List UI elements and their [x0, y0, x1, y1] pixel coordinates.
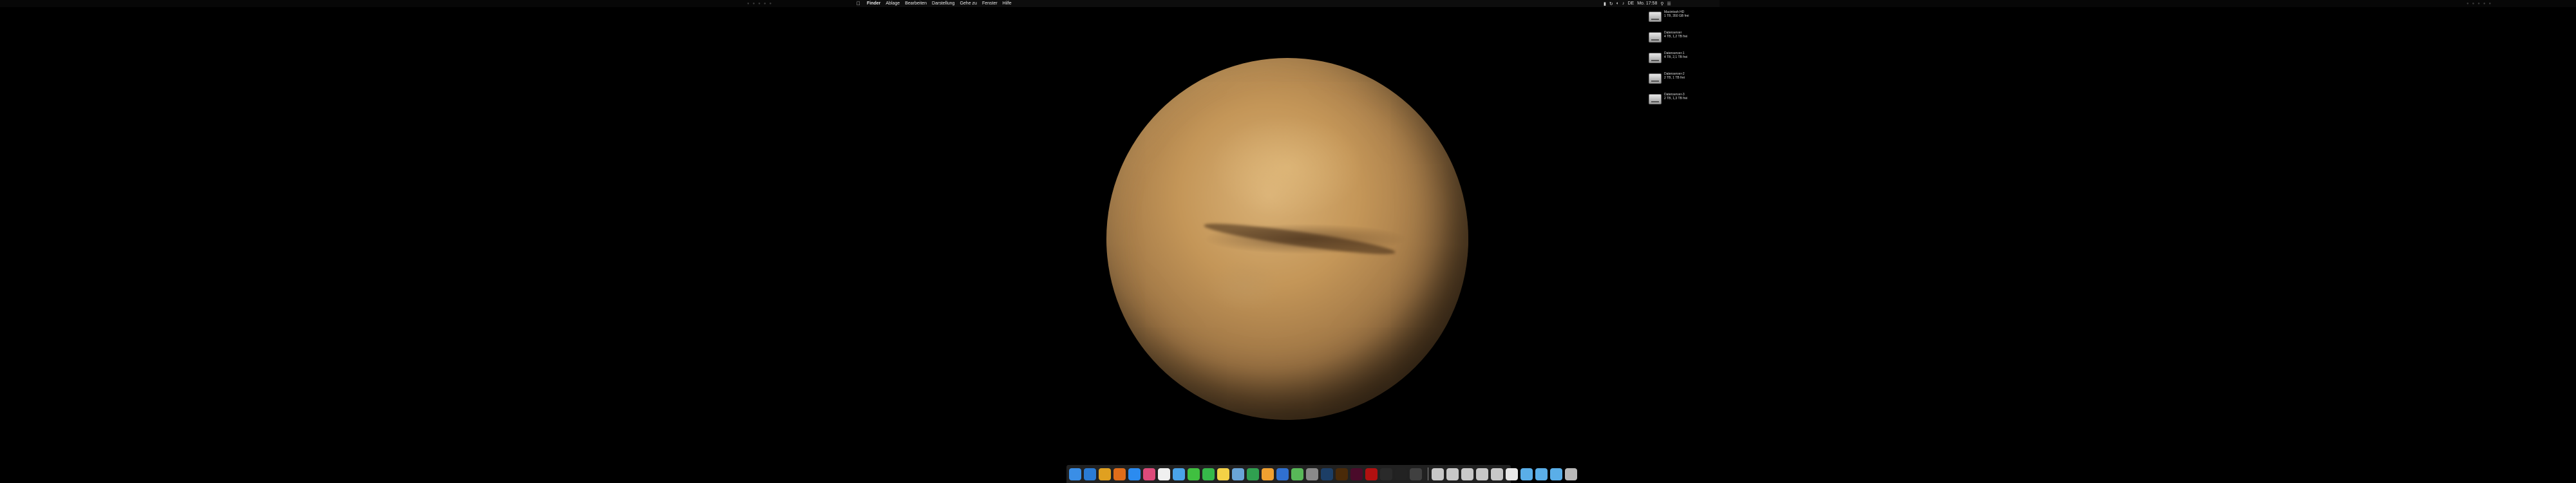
hard-drive-icon — [1649, 32, 1662, 43]
desktop-drive[interactable]: Datenserver-3 2 TB, 1,3 TB frei — [1649, 93, 1719, 113]
wifi-icon[interactable]: ◐ — [1616, 1, 1619, 6]
photoshop-icon[interactable] — [1321, 468, 1333, 480]
menu-ablage[interactable]: Ablage — [886, 1, 900, 6]
drive-icon-5[interactable] — [1491, 468, 1503, 480]
dim-icon-1: ● — [747, 1, 750, 6]
numbers-icon[interactable] — [1247, 468, 1259, 480]
trash-icon[interactable] — [1565, 468, 1577, 480]
menu-fenster[interactable]: Fenster — [982, 1, 998, 6]
drive-info: 2 TB, 1 TB frei — [1664, 76, 1685, 80]
secondary-menubar-right — [1719, 0, 2576, 7]
desktop-drive[interactable]: Datenserver-2 2 TB, 1 TB frei — [1649, 72, 1719, 93]
hard-drive-icon — [1649, 73, 1662, 84]
battery-icon[interactable]: ▮ — [1604, 1, 1606, 6]
pages-icon[interactable] — [1262, 468, 1274, 480]
notes-icon[interactable] — [1217, 468, 1229, 480]
desktop-drive[interactable]: Datenserver-1 4 TB, 2,1 TB frei — [1649, 52, 1719, 72]
drive-icon-1[interactable] — [1432, 468, 1444, 480]
hard-drive-icon — [1649, 94, 1662, 104]
clock[interactable]: Mo. 17:58 — [1637, 1, 1657, 6]
sync-icon[interactable]: ↻ — [1609, 1, 1613, 6]
dim-icon-8: ● — [2477, 1, 2480, 6]
system-preferences-icon[interactable] — [1306, 468, 1318, 480]
illustrator-icon[interactable] — [1336, 468, 1348, 480]
desktop-drive[interactable]: Datenserver 4 TB, 1,2 TB frei — [1649, 31, 1719, 52]
indesign-icon[interactable] — [1350, 468, 1363, 480]
downloads-folder-icon[interactable] — [1520, 468, 1533, 480]
status-menu-area: ▮ ↻ ◐ ♪ DE Mo. 17:58 ⚲ ☰ — [1604, 0, 1674, 7]
drive-info: 4 TB, 1,2 TB frei — [1664, 35, 1688, 39]
bridge-icon[interactable] — [1380, 468, 1392, 480]
menu-gehe-zu[interactable]: Gehe zu — [960, 1, 976, 6]
drive-info: 2 TB, 1,3 TB frei — [1664, 97, 1688, 100]
calendar-icon[interactable] — [1158, 468, 1170, 480]
finder-icon[interactable] — [1069, 468, 1081, 480]
messages-icon[interactable] — [1188, 468, 1200, 480]
menu-bar:  Finder Ablage Bearbeiten Darstellung G… — [857, 0, 1719, 7]
document-icon[interactable] — [1506, 468, 1518, 480]
facetime-icon[interactable] — [1202, 468, 1215, 480]
dim-icon-7: ● — [2472, 1, 2475, 6]
dim-icon-2: ● — [752, 1, 755, 6]
dim-icon-3: ● — [758, 1, 761, 6]
activity-monitor-icon[interactable] — [1410, 468, 1422, 480]
apple-menu-icon[interactable]:  — [857, 1, 860, 6]
secondary-menubar-left — [0, 0, 857, 7]
mail-icon[interactable] — [1173, 468, 1185, 480]
secondary-tray-left: ● ● ● ● ● — [747, 0, 775, 7]
drive-icon-4[interactable] — [1476, 468, 1488, 480]
wallpaper-canyon — [1202, 218, 1397, 260]
volume-icon[interactable]: ♪ — [1622, 1, 1625, 6]
drive-info: 4 TB, 2,1 TB frei — [1664, 55, 1688, 59]
safari-icon[interactable] — [1084, 468, 1096, 480]
spotlight-icon[interactable]: ⚲ — [1660, 1, 1663, 6]
language-indicator[interactable]: DE — [1627, 1, 1634, 6]
menu-bearbeiten[interactable]: Bearbeiten — [905, 1, 927, 6]
acrobat-icon[interactable] — [1365, 468, 1378, 480]
desktop:  Finder Ablage Bearbeiten Darstellung G… — [0, 0, 2576, 483]
drive-info: 1 TB, 350 GB frei — [1664, 14, 1689, 18]
dim-icon-4: ● — [763, 1, 766, 6]
notification-center-icon[interactable]: ☰ — [1667, 1, 1671, 6]
dock — [1066, 465, 1577, 483]
desktop-drive-list: Macintosh HD 1 TB, 350 GB frei Datenserve… — [1649, 10, 1719, 113]
maps-icon[interactable] — [1291, 468, 1303, 480]
hard-drive-icon — [1649, 53, 1662, 63]
appstore-icon[interactable] — [1128, 468, 1141, 480]
menu-hilfe[interactable]: Hilfe — [1003, 1, 1012, 6]
dim-icon-6: ● — [2467, 1, 2469, 6]
secondary-tray-right: ● ● ● ● ● — [2467, 0, 2494, 7]
keynote-icon[interactable] — [1276, 468, 1289, 480]
wallpaper-mars — [1106, 58, 1468, 420]
terminal-icon[interactable] — [1395, 468, 1407, 480]
drive-icon-2[interactable] — [1446, 468, 1459, 480]
hard-drive-icon — [1649, 12, 1662, 22]
chrome-icon[interactable] — [1099, 468, 1111, 480]
drive-icon-3[interactable] — [1461, 468, 1473, 480]
dim-icon-9: ● — [2483, 1, 2486, 6]
menu-finder[interactable]: Finder — [867, 1, 880, 6]
desktop-drive[interactable]: Macintosh HD 1 TB, 350 GB frei — [1649, 10, 1719, 31]
dim-icon-10: ● — [2488, 1, 2492, 6]
firefox-icon[interactable] — [1113, 468, 1126, 480]
menu-darstellung[interactable]: Darstellung — [932, 1, 954, 6]
documents-folder-icon[interactable] — [1535, 468, 1548, 480]
photos-icon[interactable] — [1143, 468, 1155, 480]
applications-folder-icon[interactable] — [1550, 468, 1562, 480]
dim-icon-5: ● — [769, 1, 772, 6]
preview-icon[interactable] — [1232, 468, 1244, 480]
